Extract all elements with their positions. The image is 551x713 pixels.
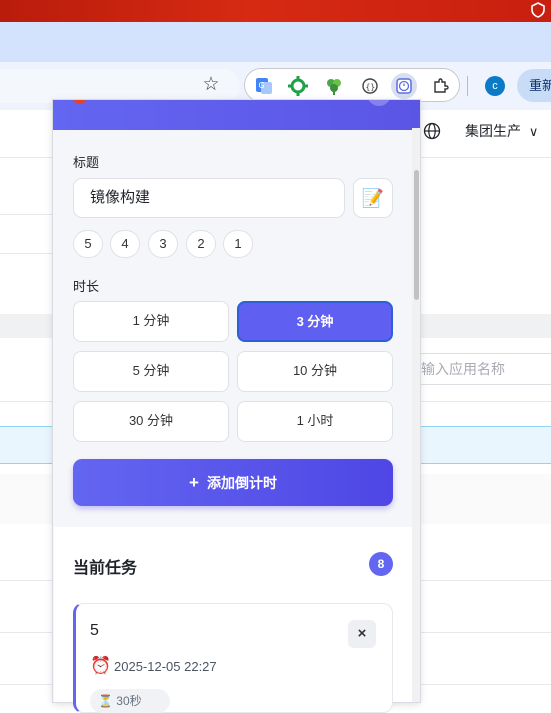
svg-text:{}: {} — [366, 83, 376, 92]
org-selector-label: 集团生产 — [465, 123, 521, 139]
title-input[interactable]: 镜像构建 — [73, 178, 345, 218]
recent-chip[interactable]: 3 — [148, 230, 178, 258]
code-braces-icon[interactable]: {} — [357, 73, 383, 99]
hourglass-icon: ⏳ — [98, 694, 113, 708]
duration-10min-button[interactable]: 10 分钟 — [237, 351, 393, 392]
add-countdown-label: 添加倒计时 — [206, 475, 277, 491]
memo-icon: 📝 — [361, 188, 385, 208]
duration-label: 时长 — [73, 279, 100, 294]
chevron-down-icon: ∨ — [528, 124, 539, 139]
duration-1hour-button[interactable]: 1 小时 — [237, 401, 393, 442]
plus-icon: + — [189, 473, 199, 492]
profile-avatar[interactable]: c — [485, 76, 505, 96]
alarm-clock-icon — [73, 100, 87, 104]
page-divider — [0, 214, 54, 215]
shield-icon — [531, 2, 545, 18]
relaunch-button[interactable]: 重新 — [517, 69, 551, 102]
recent-chip[interactable]: 4 — [110, 230, 140, 258]
green-gear-icon[interactable] — [285, 73, 311, 99]
bookmark-star-icon[interactable]: ☆ — [200, 74, 222, 96]
section-band — [0, 314, 54, 338]
app-search-input[interactable]: 输入应用名称 — [410, 353, 551, 385]
translate-icon[interactable]: G — [251, 73, 277, 99]
section-band — [418, 314, 551, 338]
alarm-clock-icon: ⏰ — [90, 656, 112, 675]
toolbar-divider — [467, 76, 468, 96]
title-label: 标题 — [73, 155, 100, 170]
extensions-puzzle-icon[interactable] — [427, 73, 453, 99]
delete-task-button[interactable]: × — [348, 620, 376, 648]
remaining-pill: ⏳ 30秒 — [90, 689, 170, 713]
globe-icon[interactable] — [423, 122, 441, 140]
task-count-badge: 8 — [369, 552, 393, 576]
duration-3min-button[interactable]: 3 分钟 — [237, 301, 393, 342]
duration-1min-button[interactable]: 1 分钟 — [73, 301, 229, 342]
popup-header — [53, 100, 420, 130]
remaining-time: 30秒 — [116, 694, 142, 708]
task-name: 5 — [90, 622, 99, 639]
recent-chip[interactable]: 1 — [223, 230, 253, 258]
memo-button[interactable]: 📝 — [353, 178, 393, 218]
recent-chip[interactable]: 5 — [73, 230, 103, 258]
recent-chip[interactable]: 2 — [186, 230, 216, 258]
puzzle-clover-icon[interactable] — [321, 73, 347, 99]
extensions-bar: G {} — [244, 68, 460, 102]
page-divider — [0, 253, 54, 254]
svg-text:G: G — [259, 81, 265, 90]
duration-5min-button[interactable]: 5 分钟 — [73, 351, 229, 392]
popup-scrollbar-thumb[interactable] — [414, 170, 419, 300]
add-countdown-button[interactable]: + 添加倒计时 — [73, 459, 393, 506]
popup-close-icon[interactable] — [367, 100, 391, 106]
duration-30min-button[interactable]: 30 分钟 — [73, 401, 229, 442]
os-top-bar — [0, 0, 551, 22]
task-time: 2025-12-05 22:27 — [114, 659, 217, 674]
org-selector[interactable]: 集团生产 ∨ — [465, 121, 538, 141]
tasks-header: 当前任务 — [73, 560, 138, 577]
timer-extension-icon[interactable] — [391, 73, 417, 99]
tab-strip — [0, 22, 551, 62]
